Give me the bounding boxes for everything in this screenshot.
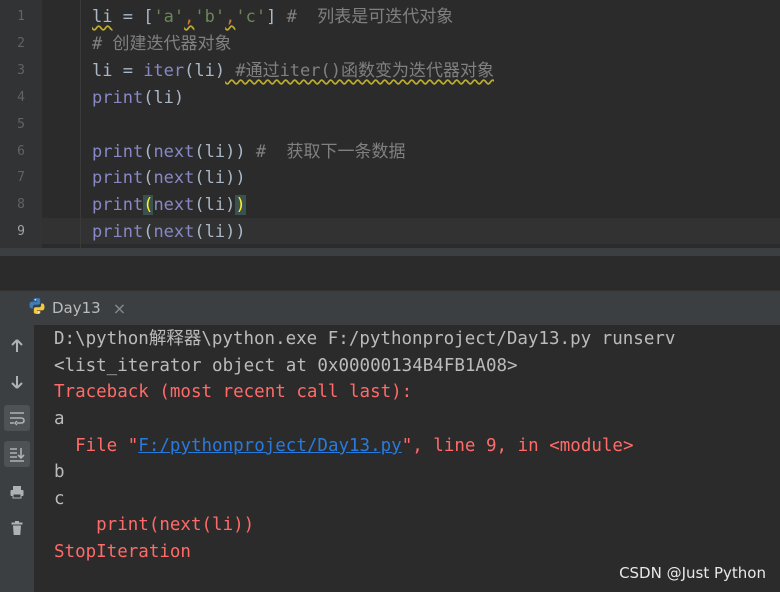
- line-number: 6: [17, 144, 25, 159]
- print-icon[interactable]: [4, 479, 30, 505]
- line-number: 7: [17, 170, 25, 185]
- code-token: = [: [112, 7, 154, 27]
- builtin-function: next: [153, 222, 195, 242]
- code-comment: # 获取下一条数据: [245, 142, 406, 162]
- builtin-function: iter: [143, 61, 185, 81]
- traceback-header: Traceback (most recent call last):: [54, 382, 413, 402]
- console-output-line: c: [54, 489, 65, 509]
- python-icon: [28, 297, 46, 319]
- code-token: (: [143, 142, 154, 162]
- code-token: (: [143, 168, 154, 188]
- run-console-output[interactable]: D:\python解释器\python.exe F:/pythonproject…: [34, 325, 780, 592]
- traceback-file-line: File "F:/pythonproject/Day13.py", line 9…: [54, 433, 634, 460]
- builtin-function: next: [153, 168, 195, 188]
- builtin-function: print: [92, 88, 144, 108]
- string-literal: 'a': [153, 7, 185, 27]
- code-line-3[interactable]: li = iter(li) #通过iter()函数变为迭代器对象: [92, 58, 494, 84]
- run-side-toolbar: [0, 325, 34, 592]
- builtin-function: next: [153, 195, 195, 215]
- builtin-function: print: [92, 195, 144, 215]
- code-line-2[interactable]: # 创建迭代器对象: [92, 31, 231, 57]
- traceback-source-line: print(next(li)): [54, 515, 255, 535]
- csdn-watermark: CSDN @Just Python: [619, 564, 766, 582]
- scroll-to-end-icon[interactable]: [4, 441, 30, 467]
- code-token: (li): [143, 88, 185, 108]
- comma: ,: [184, 7, 195, 27]
- builtin-function: print: [92, 222, 144, 242]
- line-number: 3: [17, 63, 25, 78]
- builtin-function: print: [92, 168, 144, 188]
- code-token: li: [92, 7, 113, 27]
- code-line-7[interactable]: print(next(li)): [92, 165, 246, 191]
- fold-separator: [80, 0, 81, 256]
- code-comment: # 创建迭代器对象: [92, 34, 232, 54]
- comma: ,: [225, 7, 236, 27]
- code-token: (li)): [194, 168, 246, 188]
- code-token: (li): [184, 61, 226, 81]
- run-tab-label: Day13: [52, 299, 101, 317]
- trash-icon[interactable]: [4, 515, 30, 541]
- string-literal: 'c': [235, 7, 267, 27]
- code-line-8[interactable]: print(next(li)): [92, 192, 246, 218]
- console-output-line: <list_iterator object at 0x00000134B4FB1…: [54, 356, 518, 376]
- code-token: li =: [92, 61, 144, 81]
- builtin-function: next: [153, 142, 195, 162]
- traceback-file-link[interactable]: F:/pythonproject/Day13.py: [138, 436, 401, 456]
- builtin-function: print: [92, 142, 144, 162]
- code-comment: #通过iter()函数变为迭代器对象: [225, 61, 494, 81]
- code-token: ]: [266, 7, 277, 27]
- code-token: (: [143, 222, 154, 242]
- line-number: 8: [17, 197, 25, 212]
- code-token: (li)): [194, 142, 246, 162]
- code-line-6[interactable]: print(next(li)) # 获取下一条数据: [92, 139, 406, 165]
- console-output-line: b: [54, 462, 65, 482]
- console-output-line: a: [54, 409, 65, 429]
- code-line-9[interactable]: print(next(li)): [92, 219, 246, 245]
- line-number: 1: [17, 9, 25, 24]
- string-literal: 'b': [194, 7, 226, 27]
- run-tool-window-header: Day13 ×: [0, 290, 780, 326]
- matched-bracket: (: [143, 195, 154, 215]
- console-command-line: D:\python解释器\python.exe F:/pythonproject…: [54, 329, 676, 349]
- code-line-4[interactable]: print(li): [92, 85, 184, 111]
- code-editor[interactable]: 1 2 3 4 5 6 7 8 9 li = ['a','b','c'] # 列…: [0, 0, 780, 256]
- arrow-up-icon[interactable]: [4, 333, 30, 359]
- line-number: 9: [17, 224, 25, 239]
- code-line-1[interactable]: li = ['a','b','c'] # 列表是可迭代对象: [92, 4, 453, 30]
- line-number: 5: [17, 117, 25, 132]
- code-token: (li)): [194, 222, 246, 242]
- soft-wrap-icon[interactable]: [4, 405, 30, 431]
- exception-line: StopIteration: [54, 542, 191, 562]
- line-number: 2: [17, 36, 25, 51]
- code-comment: # 列表是可迭代对象: [276, 7, 454, 27]
- horizontal-scrollbar[interactable]: [0, 248, 780, 256]
- line-number: 4: [17, 90, 25, 105]
- close-icon[interactable]: ×: [113, 299, 126, 318]
- panel-divider[interactable]: [0, 256, 780, 290]
- traceback-file-prefix: File ": [54, 436, 139, 456]
- code-token: (li): [194, 195, 236, 215]
- matched-bracket: ): [235, 195, 246, 215]
- run-tab-day13[interactable]: Day13 ×: [28, 291, 126, 325]
- line-number-gutter: 1 2 3 4 5 6 7 8 9: [0, 0, 42, 256]
- traceback-file-suffix: ", line 9, in <module>: [401, 436, 634, 456]
- arrow-down-icon[interactable]: [4, 369, 30, 395]
